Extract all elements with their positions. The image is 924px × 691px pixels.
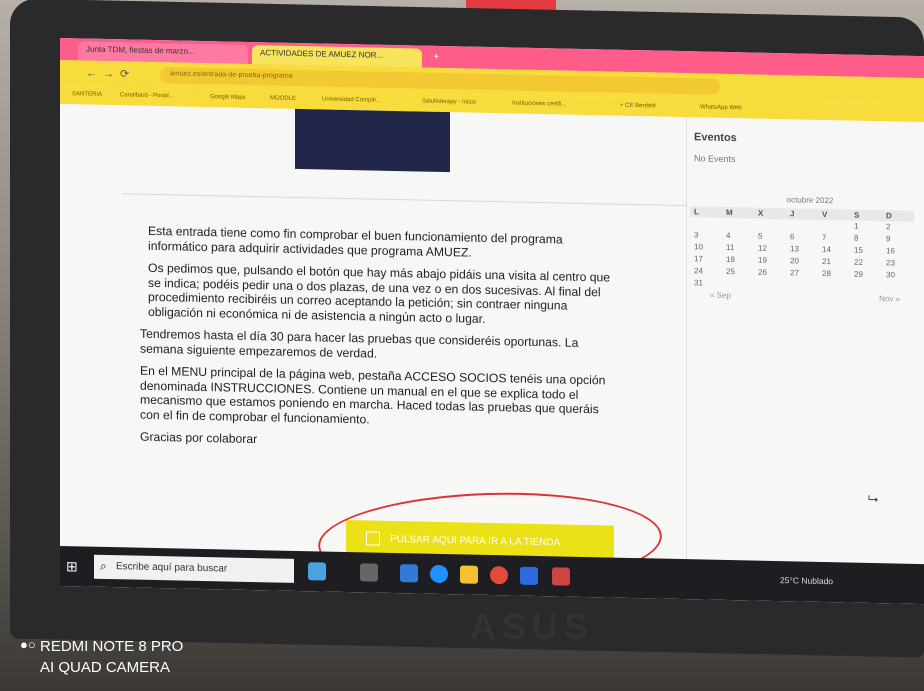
- calendar-day: 26: [758, 267, 767, 277]
- watermark-line-1: REDMI NOTE 8 PRO: [40, 638, 184, 655]
- calendar-day: 9: [886, 234, 891, 244]
- paragraph: Os pedimos que, pulsando el botón que ha…: [148, 260, 611, 326]
- bookmark[interactable]: MOODLE: [270, 95, 296, 102]
- weather-widget[interactable]: 25°C Nublado: [780, 575, 833, 586]
- post-image: [295, 108, 450, 173]
- laptop-screen: Junta TDM, fiestas de marzo... ACTIVIDAD…: [60, 38, 924, 605]
- events-heading: Eventos: [694, 131, 737, 145]
- calendar-day: [850, 281, 882, 293]
- search-placeholder: Escribe aquí para buscar: [116, 561, 228, 575]
- bookmark[interactable]: Canalbard - Portal...: [120, 92, 174, 99]
- calendar-day: 8: [854, 233, 859, 243]
- taskbar-search-box[interactable]: ⌕ Escribe aquí para buscar: [94, 554, 294, 583]
- calendar-day: 22: [854, 257, 863, 267]
- calendar-day: [818, 280, 850, 292]
- calendar-day: 25: [726, 266, 735, 277]
- calendar-day: 17: [694, 254, 703, 264]
- weekday: X: [754, 207, 786, 220]
- bookmark[interactable]: WhatsApp Web: [700, 104, 742, 111]
- task-view-icon[interactable]: [360, 563, 378, 582]
- weekday: V: [818, 208, 850, 221]
- calendar-day: 13: [790, 244, 799, 254]
- calendar-day: [722, 278, 754, 290]
- calendar-day: 24: [694, 266, 703, 276]
- app-icon[interactable]: [552, 567, 570, 586]
- calendar-day: [882, 281, 914, 293]
- calendar-prev-link[interactable]: « Sep: [710, 291, 731, 300]
- tab-label: ACTIVIDADES DE AMUEZ NOR...: [260, 48, 384, 60]
- edge-icon[interactable]: [430, 564, 448, 584]
- calendar-day: 27: [790, 268, 799, 278]
- calendar-day: 11: [726, 242, 735, 253]
- new-tab-button[interactable]: +: [426, 49, 444, 68]
- bookmark[interactable]: Universidad Comple...: [322, 96, 381, 103]
- calendar-day: 12: [758, 243, 767, 253]
- chrome-icon[interactable]: [490, 566, 508, 585]
- bookmark[interactable]: Google Maps: [210, 94, 246, 101]
- calendar-day: 16: [886, 246, 895, 256]
- calendar-nav: « Sep Nov »: [710, 291, 900, 304]
- calendar-month: octubre 2022: [786, 195, 834, 206]
- camera-watermark: ●○ REDMI NOTE 8 PRO AI QUAD CAMERA: [20, 636, 184, 678]
- calendar-day: 14: [822, 244, 831, 255]
- search-icon: ⌕: [100, 558, 107, 573]
- weekday: S: [850, 209, 882, 222]
- paragraph: En el MENU principal de la página web, p…: [140, 363, 606, 426]
- calendar-day: 18: [726, 254, 735, 265]
- bookmark[interactable]: Instituciones certifi...: [512, 100, 566, 107]
- post-body: Esta entrada tiene como fin comprobar el…: [140, 224, 620, 463]
- camera-logo-icon: ●○: [20, 637, 36, 652]
- calendar-day: 6: [790, 232, 795, 242]
- calendar-day: 7: [822, 232, 827, 243]
- weekday: J: [786, 208, 818, 220]
- calendar-day: [786, 279, 818, 291]
- file-explorer-icon[interactable]: [460, 565, 478, 584]
- paragraph: Esta entrada tiene como fin comprobar el…: [148, 223, 563, 260]
- calendar-day: 30: [886, 270, 895, 280]
- calendar-day: [754, 279, 786, 291]
- calendar-day: 3: [694, 230, 699, 240]
- weekday: L: [690, 206, 722, 218]
- calendar-day: 19: [758, 255, 767, 265]
- calendar-day: 21: [822, 256, 831, 267]
- mouse-cursor-icon: ⮡: [868, 490, 879, 507]
- watermark-line-2: AI QUAD CAMERA: [40, 659, 171, 676]
- mail-icon[interactable]: [400, 564, 418, 583]
- weekday: D: [882, 210, 914, 222]
- laptop-brand-logo: ASUS: [470, 606, 595, 647]
- bookmark[interactable]: + CE Berdelé: [620, 103, 656, 110]
- calendar-day: [754, 219, 786, 231]
- calendar-widget: octubre 2022 L M X J V S D 1 2 3 4 5 6 7 8 9 10 11…: [690, 193, 924, 304]
- calendar-day: 23: [886, 258, 895, 268]
- calendar-day: 4: [726, 230, 731, 241]
- calendar-day: 15: [854, 245, 863, 255]
- calendar-day: 10: [694, 242, 703, 252]
- calendar-next-link[interactable]: Nov »: [879, 294, 900, 303]
- calendar-day: [690, 217, 722, 229]
- windows-start-icon[interactable]: ⊞: [66, 558, 78, 575]
- calendar-day: [786, 219, 818, 231]
- calendar-day: 28: [822, 268, 831, 279]
- bookmark[interactable]: SANTERIA: [72, 91, 102, 98]
- web-page: Eventos No Events octubre 2022 L M X J V…: [60, 104, 924, 595]
- tab-label: Junta TDM, fiestas de marzo...: [86, 44, 195, 56]
- paragraph: Gracias por colaborar: [140, 429, 258, 447]
- calendar-days: 1 2 3 4 5 6 7 8 9 10 11 12 13 14 15 16 17 18 19 20 21 22 23 24 2…: [690, 217, 924, 293]
- store-icon[interactable]: [520, 566, 538, 586]
- calendar-day: 1: [854, 221, 859, 231]
- sidebar-divider: [686, 117, 687, 560]
- paragraph: Tendremos hasta el día 30 para hacer las…: [140, 326, 579, 361]
- weekday: M: [722, 206, 754, 219]
- nav-buttons[interactable]: ←→⟳: [86, 67, 135, 81]
- events-empty-text: No Events: [694, 153, 736, 165]
- calendar-day: 2: [886, 222, 891, 232]
- calendar-day: 20: [790, 256, 799, 266]
- calendar-day: 5: [758, 231, 763, 241]
- calendar-day: [818, 220, 850, 232]
- calendar-day: 31: [694, 278, 703, 288]
- taskbar-app-icon[interactable]: [308, 562, 326, 581]
- bookmark[interactable]: Salufisterapy - Inicio: [422, 99, 476, 106]
- calendar-day: 29: [854, 269, 863, 279]
- calendar-day: [722, 218, 754, 230]
